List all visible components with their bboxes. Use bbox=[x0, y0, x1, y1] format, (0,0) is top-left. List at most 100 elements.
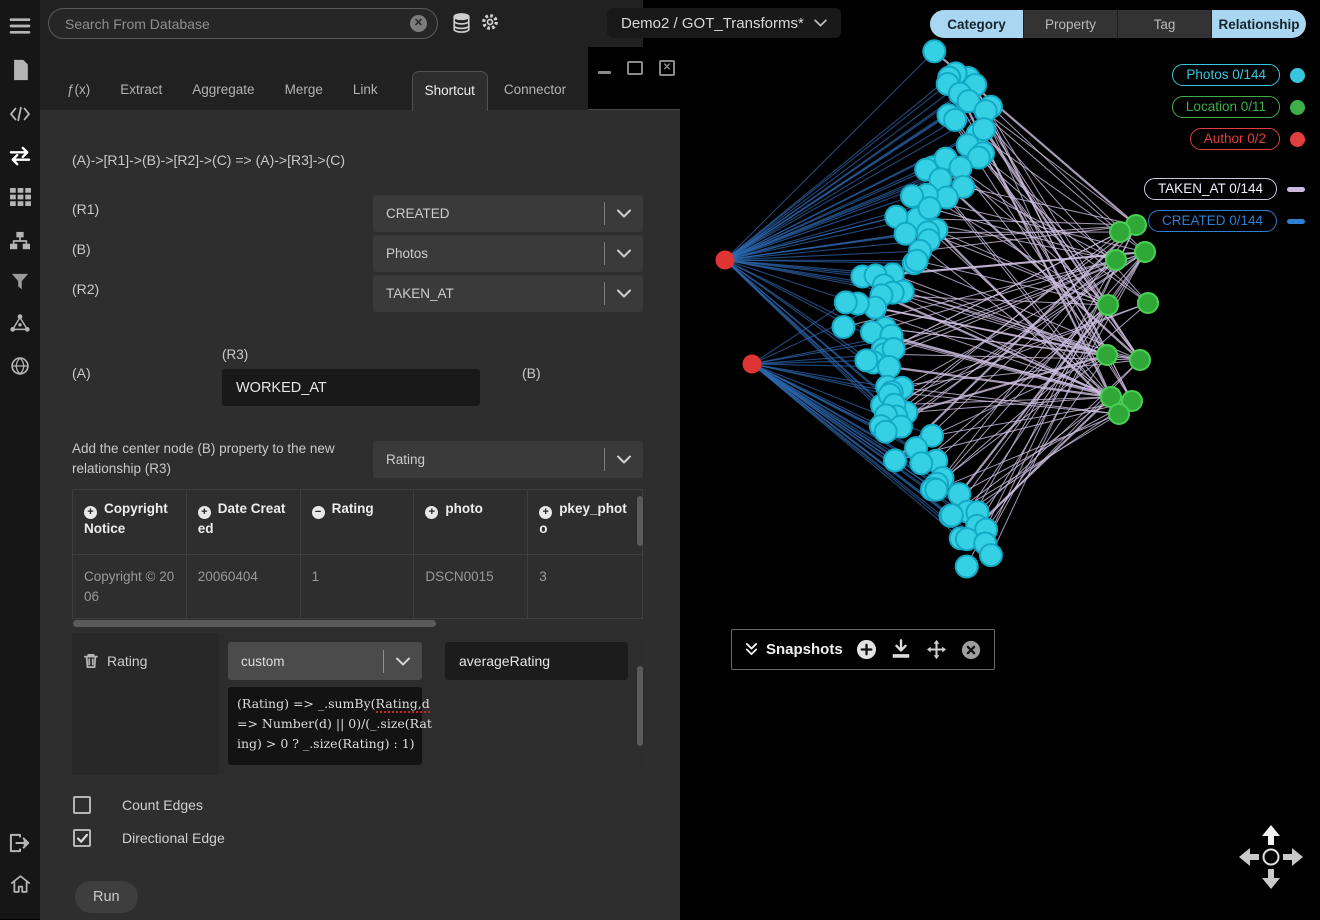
chevron-down-icon bbox=[814, 19, 827, 27]
legend-swatch-dot bbox=[1290, 100, 1305, 115]
r2-dropdown[interactable]: TAKEN_AT bbox=[373, 275, 643, 312]
home-icon[interactable] bbox=[0, 866, 40, 902]
b2-label: (B) bbox=[522, 365, 541, 381]
table-cell: 20060404 bbox=[187, 555, 301, 618]
plus-circle-icon[interactable]: + bbox=[539, 506, 552, 519]
legend-item[interactable]: Location 0/11 bbox=[1172, 96, 1305, 118]
table-header-cell[interactable]: +photo bbox=[414, 490, 528, 554]
table-vertical-scrollbar[interactable] bbox=[637, 496, 643, 546]
property-dropdown[interactable]: Rating bbox=[373, 441, 643, 478]
code-line: => Number(d) || 0)/(_.size(Rat bbox=[237, 714, 413, 734]
network-icon[interactable] bbox=[0, 305, 40, 341]
pan-right-arrow[interactable] bbox=[1283, 848, 1303, 866]
checkbox-row-count-edges[interactable]: Count Edges bbox=[73, 796, 203, 814]
pan-up-arrow[interactable] bbox=[1262, 825, 1280, 845]
close-window-icon[interactable]: ✕ bbox=[659, 60, 675, 76]
legend-swatch-dot bbox=[1290, 132, 1305, 147]
table-header-cell[interactable]: −Rating bbox=[301, 490, 415, 554]
table-header-cell[interactable]: +Copyright Notice bbox=[73, 490, 187, 554]
tab-merge[interactable]: Merge bbox=[285, 82, 323, 110]
rating-property: Rating bbox=[84, 653, 147, 669]
database-icon[interactable] bbox=[452, 13, 471, 38]
globe-icon[interactable] bbox=[0, 348, 40, 384]
legend-pill[interactable]: Author 0/2 bbox=[1190, 128, 1280, 150]
plus-circle-icon[interactable]: + bbox=[198, 506, 211, 519]
minimize-icon[interactable] bbox=[598, 71, 611, 74]
code-line: (Rating) => _.sumBy(Rating,d bbox=[237, 694, 413, 714]
legend-swatch-dash bbox=[1287, 219, 1305, 224]
mode-dropdown[interactable]: custom bbox=[228, 642, 422, 680]
legend-item[interactable]: CREATED 0/144 bbox=[1148, 210, 1305, 232]
tab-link[interactable]: Link bbox=[353, 82, 378, 110]
legend-pill[interactable]: Location 0/11 bbox=[1172, 96, 1280, 118]
pan-left-arrow[interactable] bbox=[1239, 848, 1259, 866]
table-horizontal-scrollbar[interactable] bbox=[73, 620, 436, 627]
close-snapshots-icon[interactable] bbox=[961, 640, 981, 660]
table-row: Copyright © 2006200604041DSCN00153 bbox=[73, 555, 642, 618]
minus-circle-icon[interactable]: − bbox=[312, 506, 325, 519]
settings-gear-icon[interactable] bbox=[480, 12, 500, 37]
checkbox-unchecked-icon[interactable] bbox=[73, 796, 91, 814]
tab-tag[interactable]: Tag bbox=[1118, 10, 1212, 38]
rating-editor: Rating custom (Rating) => _.sumBy(Rating… bbox=[72, 633, 643, 775]
table-cell: 1 bbox=[301, 555, 415, 618]
table-cell: DSCN0015 bbox=[414, 555, 528, 618]
collapse-icon[interactable] bbox=[745, 642, 758, 657]
legend-pill[interactable]: CREATED 0/144 bbox=[1148, 210, 1277, 232]
b-dropdown[interactable]: Photos bbox=[373, 235, 643, 272]
pan-center-button[interactable] bbox=[1264, 850, 1279, 865]
code-box[interactable]: (Rating) => _.sumBy(Rating,d=> Number(d)… bbox=[228, 687, 422, 765]
document-title-menu[interactable]: Demo2 / GOT_Transforms* bbox=[607, 8, 841, 38]
table-icon[interactable] bbox=[0, 179, 40, 215]
menu-icon[interactable] bbox=[0, 8, 40, 44]
run-button[interactable]: Run bbox=[75, 881, 138, 913]
r1-dropdown[interactable]: CREATED bbox=[373, 195, 643, 232]
graph-canvas[interactable]: Photos 0/144 Location 0/11 Author 0/2 TAKEN… bbox=[680, 0, 1320, 919]
r3-label: (R3) bbox=[222, 347, 248, 362]
legend-item[interactable]: Author 0/2 bbox=[1190, 128, 1305, 150]
r2-value: TAKEN_AT bbox=[373, 286, 604, 301]
plus-circle-icon[interactable]: + bbox=[84, 506, 97, 519]
tab-relationship[interactable]: Relationship bbox=[1212, 10, 1306, 38]
move-icon[interactable] bbox=[925, 638, 948, 661]
legend-pill[interactable]: Photos 0/144 bbox=[1172, 64, 1280, 86]
download-icon[interactable] bbox=[890, 639, 912, 660]
tab-connector[interactable]: Connector bbox=[504, 82, 566, 110]
clear-search-icon[interactable]: ✕ bbox=[410, 15, 427, 32]
hierarchy-icon[interactable] bbox=[0, 223, 40, 259]
sign-out-icon[interactable] bbox=[0, 825, 40, 861]
editor-vertical-scrollbar[interactable] bbox=[637, 666, 643, 746]
trash-icon[interactable] bbox=[84, 653, 98, 669]
table-header-cell[interactable]: +Date Created bbox=[187, 490, 301, 554]
document-icon[interactable] bbox=[0, 52, 40, 88]
legend-item[interactable]: TAKEN_AT 0/144 bbox=[1144, 178, 1305, 200]
tab-extract[interactable]: Extract bbox=[120, 82, 162, 110]
property-table: +Copyright Notice+Date Created−Rating+ph… bbox=[72, 489, 643, 619]
checkbox-row-directional-edge[interactable]: Directional Edge bbox=[73, 829, 225, 847]
maximize-icon[interactable] bbox=[627, 61, 643, 75]
panel-tabs: ƒ(x) Extract Aggregate Merge Link Shortc… bbox=[67, 69, 596, 110]
code-icon[interactable] bbox=[0, 96, 40, 132]
tab-category[interactable]: Category bbox=[930, 10, 1024, 38]
r3-name-input[interactable]: WORKED_AT bbox=[222, 369, 480, 406]
b-label: (B) bbox=[72, 241, 91, 257]
tab-fx[interactable]: ƒ(x) bbox=[67, 82, 90, 110]
snapshots-bar[interactable]: Snapshots bbox=[731, 629, 995, 670]
tab-aggregate[interactable]: Aggregate bbox=[192, 82, 254, 110]
legend-pill[interactable]: TAKEN_AT 0/144 bbox=[1144, 178, 1277, 200]
output-name-input[interactable]: averageRating bbox=[445, 642, 628, 680]
property-note: Add the center node (B) property to the … bbox=[72, 439, 364, 479]
filter-icon[interactable] bbox=[0, 264, 40, 300]
transform-icon[interactable] bbox=[0, 138, 40, 174]
add-snapshot-icon[interactable] bbox=[856, 639, 877, 660]
tab-shortcut[interactable]: Shortcut bbox=[412, 71, 488, 111]
search-input[interactable] bbox=[63, 15, 410, 33]
plus-circle-icon[interactable]: + bbox=[425, 506, 438, 519]
table-header-cell[interactable]: +pkey_photo bbox=[528, 490, 642, 554]
search-bar[interactable]: ✕ bbox=[48, 8, 438, 39]
tab-property[interactable]: Property bbox=[1024, 10, 1118, 38]
checkbox-checked-icon[interactable] bbox=[73, 829, 91, 847]
legend-item[interactable]: Photos 0/144 bbox=[1172, 64, 1305, 86]
pan-down-arrow[interactable] bbox=[1262, 869, 1280, 889]
sidebar bbox=[0, 0, 40, 919]
